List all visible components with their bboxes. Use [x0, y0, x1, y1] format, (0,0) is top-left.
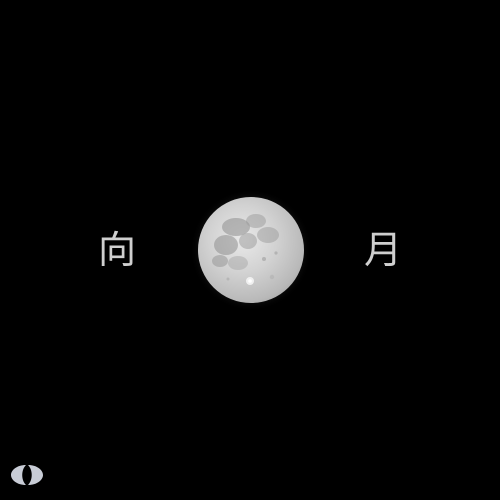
moon-image — [198, 197, 304, 303]
album-cover: 向 月 — [0, 0, 500, 500]
title-char-right: 月 — [364, 228, 403, 272]
logo-icon — [10, 462, 44, 488]
title-char-left: 向 — [98, 228, 137, 272]
